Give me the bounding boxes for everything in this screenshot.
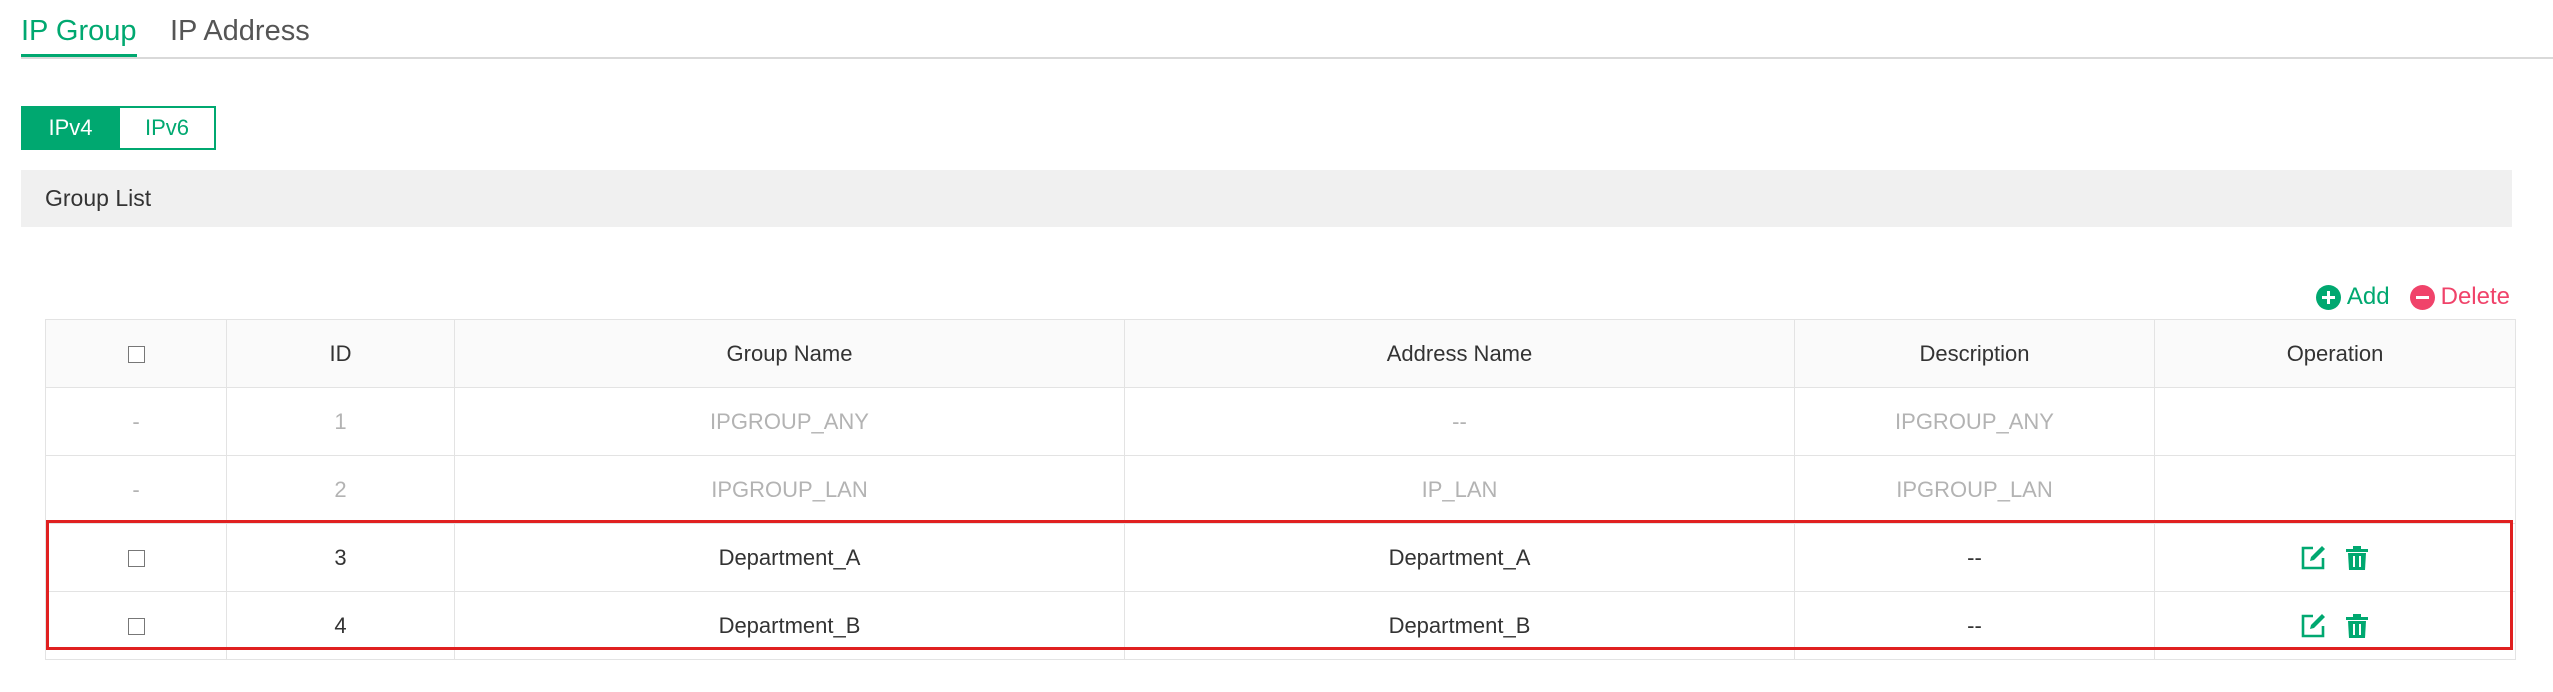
table-row: - 2 IPGROUP_LAN IP_LAN IPGROUP_LAN bbox=[45, 455, 2516, 524]
description-cell: IPGROUP_LAN bbox=[1794, 455, 2155, 524]
table-header-row: ID Group Name Address Name Description O… bbox=[45, 319, 2516, 388]
id-cell: 1 bbox=[226, 387, 455, 456]
id-cell: 2 bbox=[226, 455, 455, 524]
group-list-header: Group List bbox=[21, 170, 2512, 227]
edit-icon[interactable] bbox=[2299, 612, 2327, 640]
add-label: Add bbox=[2346, 283, 2390, 310]
select-all-cell bbox=[45, 319, 227, 388]
operation-cell bbox=[2154, 387, 2516, 456]
tab-ip-address[interactable]: IP Address bbox=[170, 14, 310, 48]
column-header-id: ID bbox=[226, 319, 455, 388]
table-actions: Add Delete bbox=[2315, 282, 2510, 312]
column-header-address-name: Address Name bbox=[1124, 319, 1795, 388]
description-cell: -- bbox=[1794, 591, 2155, 660]
table-row: 3 Department_A Department_A -- bbox=[45, 523, 2516, 592]
id-cell: 4 bbox=[226, 591, 455, 660]
group-name-cell: Department_B bbox=[454, 591, 1125, 660]
description-cell: -- bbox=[1794, 523, 2155, 592]
select-cell: - bbox=[45, 387, 227, 456]
minus-circle-icon bbox=[2409, 284, 2435, 310]
select-cell bbox=[45, 591, 227, 660]
column-header-operation: Operation bbox=[2154, 319, 2516, 388]
group-name-cell: IPGROUP_LAN bbox=[454, 455, 1125, 524]
id-cell: 3 bbox=[226, 523, 455, 592]
address-name-cell: Department_B bbox=[1124, 591, 1795, 660]
operation-cell bbox=[2154, 455, 2516, 524]
group-table: ID Group Name Address Name Description O… bbox=[45, 319, 2516, 660]
row-checkbox[interactable] bbox=[127, 550, 145, 568]
select-cell bbox=[45, 523, 227, 592]
delete-label: Delete bbox=[2440, 283, 2510, 310]
operation-cell bbox=[2154, 591, 2516, 660]
group-name-cell: Department_A bbox=[454, 523, 1125, 592]
plus-circle-icon bbox=[2315, 284, 2341, 310]
address-name-cell: Department_A bbox=[1124, 523, 1795, 592]
trash-icon[interactable] bbox=[2343, 544, 2371, 572]
description-cell: IPGROUP_ANY bbox=[1794, 387, 2155, 456]
delete-button[interactable]: Delete bbox=[2409, 283, 2510, 311]
row-checkbox[interactable] bbox=[127, 618, 145, 636]
ipv6-button[interactable]: IPv6 bbox=[120, 106, 216, 150]
select-cell: - bbox=[45, 455, 227, 524]
ip-version-toggle: IPv4 IPv6 bbox=[21, 106, 216, 150]
select-all-checkbox[interactable] bbox=[127, 346, 145, 364]
address-name-cell: IP_LAN bbox=[1124, 455, 1795, 524]
trash-icon[interactable] bbox=[2343, 612, 2371, 640]
edit-icon[interactable] bbox=[2299, 544, 2327, 572]
address-name-cell: -- bbox=[1124, 387, 1795, 456]
section-title: Group List bbox=[45, 185, 152, 211]
add-button[interactable]: Add bbox=[2315, 283, 2390, 311]
tab-bar: IP Group IP Address bbox=[21, 0, 2553, 59]
column-header-group-name: Group Name bbox=[454, 319, 1125, 388]
group-name-cell: IPGROUP_ANY bbox=[454, 387, 1125, 456]
operation-cell bbox=[2154, 523, 2516, 592]
tab-ip-group[interactable]: IP Group bbox=[21, 14, 137, 57]
table-row: - 1 IPGROUP_ANY -- IPGROUP_ANY bbox=[45, 387, 2516, 456]
table-row: 4 Department_B Department_B -- bbox=[45, 591, 2516, 660]
column-header-description: Description bbox=[1794, 319, 2155, 388]
ipv4-button[interactable]: IPv4 bbox=[21, 106, 120, 150]
